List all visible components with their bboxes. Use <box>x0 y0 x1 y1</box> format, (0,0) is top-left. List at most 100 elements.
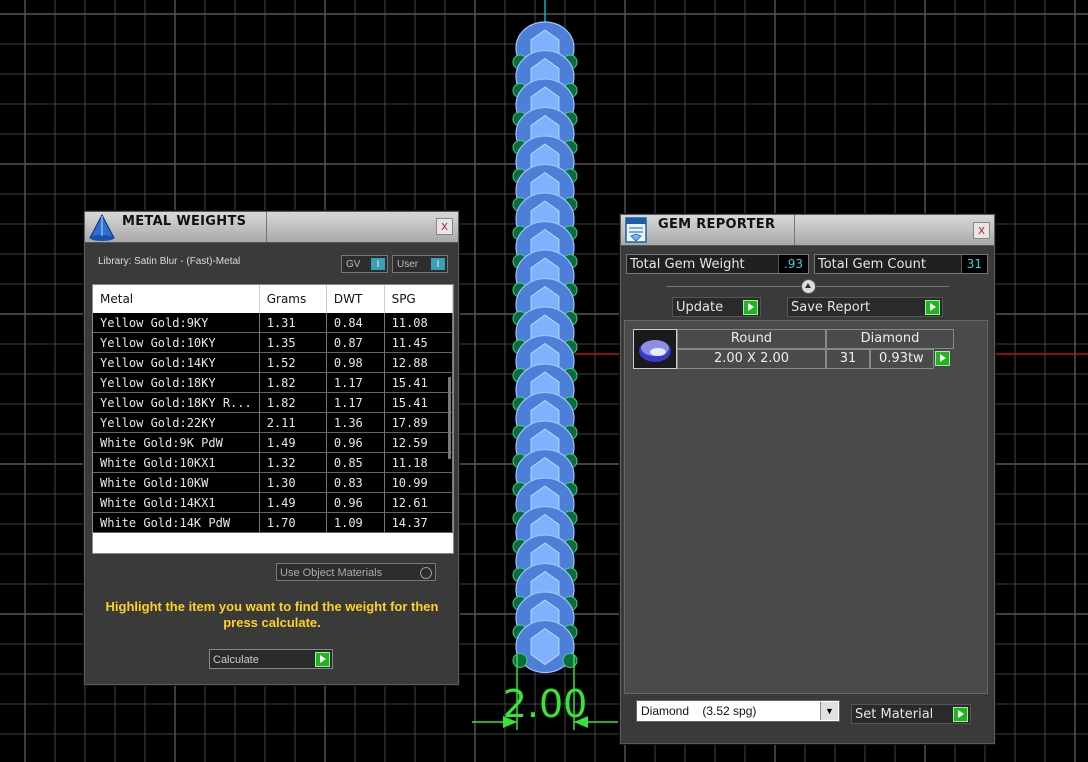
play-icon[interactable] <box>315 652 330 667</box>
cell-dwt: 0.84 <box>326 313 385 333</box>
title-tab-divider <box>266 212 267 242</box>
cell-spg: 15.41 <box>384 392 453 413</box>
instruction-text: Highlight the item you want to find the … <box>105 599 439 630</box>
cell-spg: 12.61 <box>384 492 453 513</box>
cell-dwt: 0.96 <box>326 492 385 513</box>
total-gem-weight-value: .93 <box>777 255 808 273</box>
update-button[interactable]: Update <box>672 297 761 317</box>
cell-dwt: 1.17 <box>326 372 385 393</box>
gem-list-item[interactable]: Round Diamond 2.00 X 2.00 31 0.93tw <box>633 329 957 369</box>
play-icon[interactable] <box>743 300 758 315</box>
cell-spg: 11.18 <box>384 452 453 473</box>
cell-spg: 12.59 <box>384 432 453 453</box>
column-header-grams[interactable]: Grams <box>259 285 327 313</box>
cell-spg: 11.08 <box>384 313 453 333</box>
cell-grams: 1.52 <box>259 352 327 373</box>
cell-metal: White Gold:14KX1 <box>93 492 260 513</box>
play-icon[interactable] <box>925 300 940 315</box>
cell-dwt: 1.17 <box>326 392 385 413</box>
gem-list-area[interactable]: Round Diamond 2.00 X 2.00 31 0.93tw <box>624 320 988 694</box>
table-row[interactable]: White Gold:10KX1 1.32 0.85 11.18 <box>93 452 453 473</box>
cell-metal: White Gold:10KX1 <box>93 452 260 473</box>
cell-dwt: 0.87 <box>326 332 385 353</box>
cell-grams: 1.32 <box>259 452 327 473</box>
play-icon[interactable] <box>935 351 950 366</box>
gv-toggle-switch[interactable]: I <box>371 258 385 270</box>
vertical-scrollbar[interactable] <box>448 377 451 459</box>
cell-spg: 14.37 <box>384 512 453 533</box>
column-header-spg[interactable]: SPG <box>384 285 453 313</box>
cell-spg: 12.88 <box>384 352 453 373</box>
table-row[interactable]: White Gold:14K PdW 1.70 1.09 14.37 <box>93 512 453 533</box>
table-row[interactable]: Yellow Gold:22KY 2.11 1.36 17.89 <box>93 412 453 433</box>
cell-grams: 1.82 <box>259 372 327 393</box>
gv-toggle[interactable]: GV I <box>341 255 388 273</box>
cell-metal: Yellow Gold:22KY <box>93 412 260 433</box>
gem-reporter-title: GEM REPORTER <box>658 217 776 232</box>
total-gem-weight-field: Total Gem Weight .93 <box>626 254 809 274</box>
dimension-value: 2.00 <box>503 682 588 726</box>
cell-spg: 15.41 <box>384 372 453 393</box>
table-row[interactable]: Yellow Gold:18KY R... 1.82 1.17 15.41 <box>93 392 453 413</box>
cell-metal: Yellow Gold:9KY <box>93 313 260 333</box>
gem-report-icon <box>625 217 647 243</box>
cell-grams: 1.82 <box>259 392 327 413</box>
table-row[interactable]: Yellow Gold:10KY 1.35 0.87 11.45 <box>93 332 453 353</box>
user-toggle[interactable]: User I <box>392 255 448 273</box>
gem-weight: 0.93tw <box>870 349 934 369</box>
use-object-materials-radio[interactable] <box>420 567 432 579</box>
title-tab-divider <box>794 215 795 245</box>
material-dropdown[interactable]: Diamond (3.52 spg) ▼ <box>636 700 840 722</box>
close-button[interactable]: x <box>436 218 453 235</box>
column-header-dwt[interactable]: DWT <box>326 285 385 313</box>
eternity-band-model <box>512 21 578 674</box>
cell-metal: White Gold:10KW <box>93 472 260 493</box>
gem-shape: Round <box>677 329 826 349</box>
cell-grams: 1.35 <box>259 332 327 353</box>
cell-dwt: 0.83 <box>326 472 385 493</box>
cell-metal: Yellow Gold:14KY <box>93 352 260 373</box>
metal-table-container[interactable]: Metal Grams DWT SPG Yellow Gold:9KY 1.31 0… <box>92 284 454 554</box>
chevron-down-icon[interactable]: ▼ <box>820 702 838 720</box>
material-dropdown-value: Diamond (3.52 spg) <box>641 704 757 718</box>
table-row[interactable]: Yellow Gold:14KY 1.52 0.98 12.88 <box>93 352 453 373</box>
table-row[interactable]: White Gold:9K PdW 1.49 0.96 12.59 <box>93 432 453 453</box>
cell-metal: Yellow Gold:18KY <box>93 372 260 393</box>
cell-grams: 1.70 <box>259 512 327 533</box>
user-toggle-switch[interactable]: I <box>431 258 445 270</box>
collapse-arrow-icon[interactable] <box>801 279 816 294</box>
library-label: Library: Satin Blur - (Fast)-Metal <box>98 256 241 267</box>
calculate-label: Calculate <box>213 654 259 666</box>
cell-spg: 11.45 <box>384 332 453 353</box>
calculate-button[interactable]: Calculate <box>209 649 333 669</box>
total-gem-count-label: Total Gem Count <box>818 257 926 272</box>
gem-count: 31 <box>826 349 870 369</box>
total-gem-count-field: Total Gem Count 31 <box>814 254 988 274</box>
cell-metal: White Gold:14K PdW <box>93 512 260 533</box>
cell-metal: Yellow Gold:18KY R... <box>93 392 260 413</box>
cell-metal: Yellow Gold:10KY <box>93 332 260 353</box>
cell-grams: 1.31 <box>259 313 327 333</box>
metal-weights-title: METAL WEIGHTS <box>122 214 247 229</box>
round-gem-thumbnail <box>633 329 677 369</box>
cell-dwt: 0.85 <box>326 452 385 473</box>
save-report-button[interactable]: Save Report <box>787 297 943 317</box>
table-row[interactable]: Yellow Gold:9KY 1.31 0.84 11.08 <box>93 313 453 333</box>
set-material-button[interactable]: Set Material <box>851 704 971 724</box>
close-button[interactable]: x <box>973 222 990 239</box>
gem-reporter-titlebar[interactable]: GEM REPORTER x <box>621 215 994 246</box>
metal-weights-titlebar[interactable]: METAL WEIGHTS x <box>85 212 458 243</box>
use-object-materials-option[interactable]: Use Object Materials <box>276 563 436 581</box>
use-object-materials-label: Use Object Materials <box>280 567 383 579</box>
table-row[interactable]: Yellow Gold:18KY 1.82 1.17 15.41 <box>93 372 453 393</box>
cell-dwt: 0.98 <box>326 352 385 373</box>
play-icon[interactable] <box>953 707 968 722</box>
column-header-metal[interactable]: Metal <box>93 285 260 313</box>
table-row[interactable]: White Gold:10KW 1.30 0.83 10.99 <box>93 472 453 493</box>
user-label: User <box>397 259 419 270</box>
table-row[interactable]: White Gold:14KX1 1.49 0.96 12.61 <box>93 492 453 513</box>
metal-weights-icon <box>89 213 115 241</box>
cell-grams: 1.49 <box>259 492 327 513</box>
cell-dwt: 0.96 <box>326 432 385 453</box>
cell-spg: 10.99 <box>384 472 453 493</box>
